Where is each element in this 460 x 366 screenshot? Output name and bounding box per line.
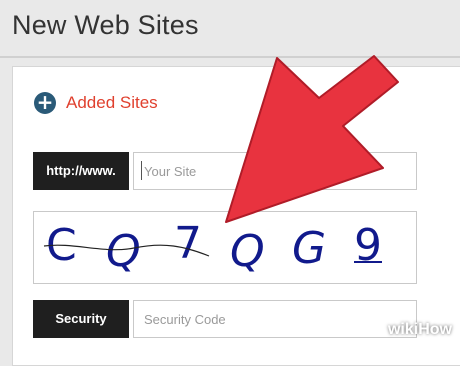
watermark-suffix: How: [418, 321, 452, 338]
plus-circle-icon: +: [34, 92, 56, 114]
security-label: Security: [33, 300, 129, 338]
header-divider: [0, 56, 460, 58]
url-prefix-label: http://www.: [33, 152, 129, 190]
watermark-prefix: wiki: [387, 321, 419, 338]
captcha-noise-line: [43, 244, 210, 257]
your-site-input[interactable]: [133, 152, 417, 190]
security-code-input[interactable]: [133, 300, 417, 338]
added-sites-link[interactable]: + Added Sites: [34, 91, 158, 115]
text-cursor: [141, 161, 142, 180]
page-title: New Web Sites: [12, 10, 199, 40]
captcha-image: C Q 7 Q G 9: [33, 211, 417, 284]
wikihow-watermark: wikiHow: [388, 321, 452, 339]
added-sites-label: Added Sites: [66, 93, 158, 112]
